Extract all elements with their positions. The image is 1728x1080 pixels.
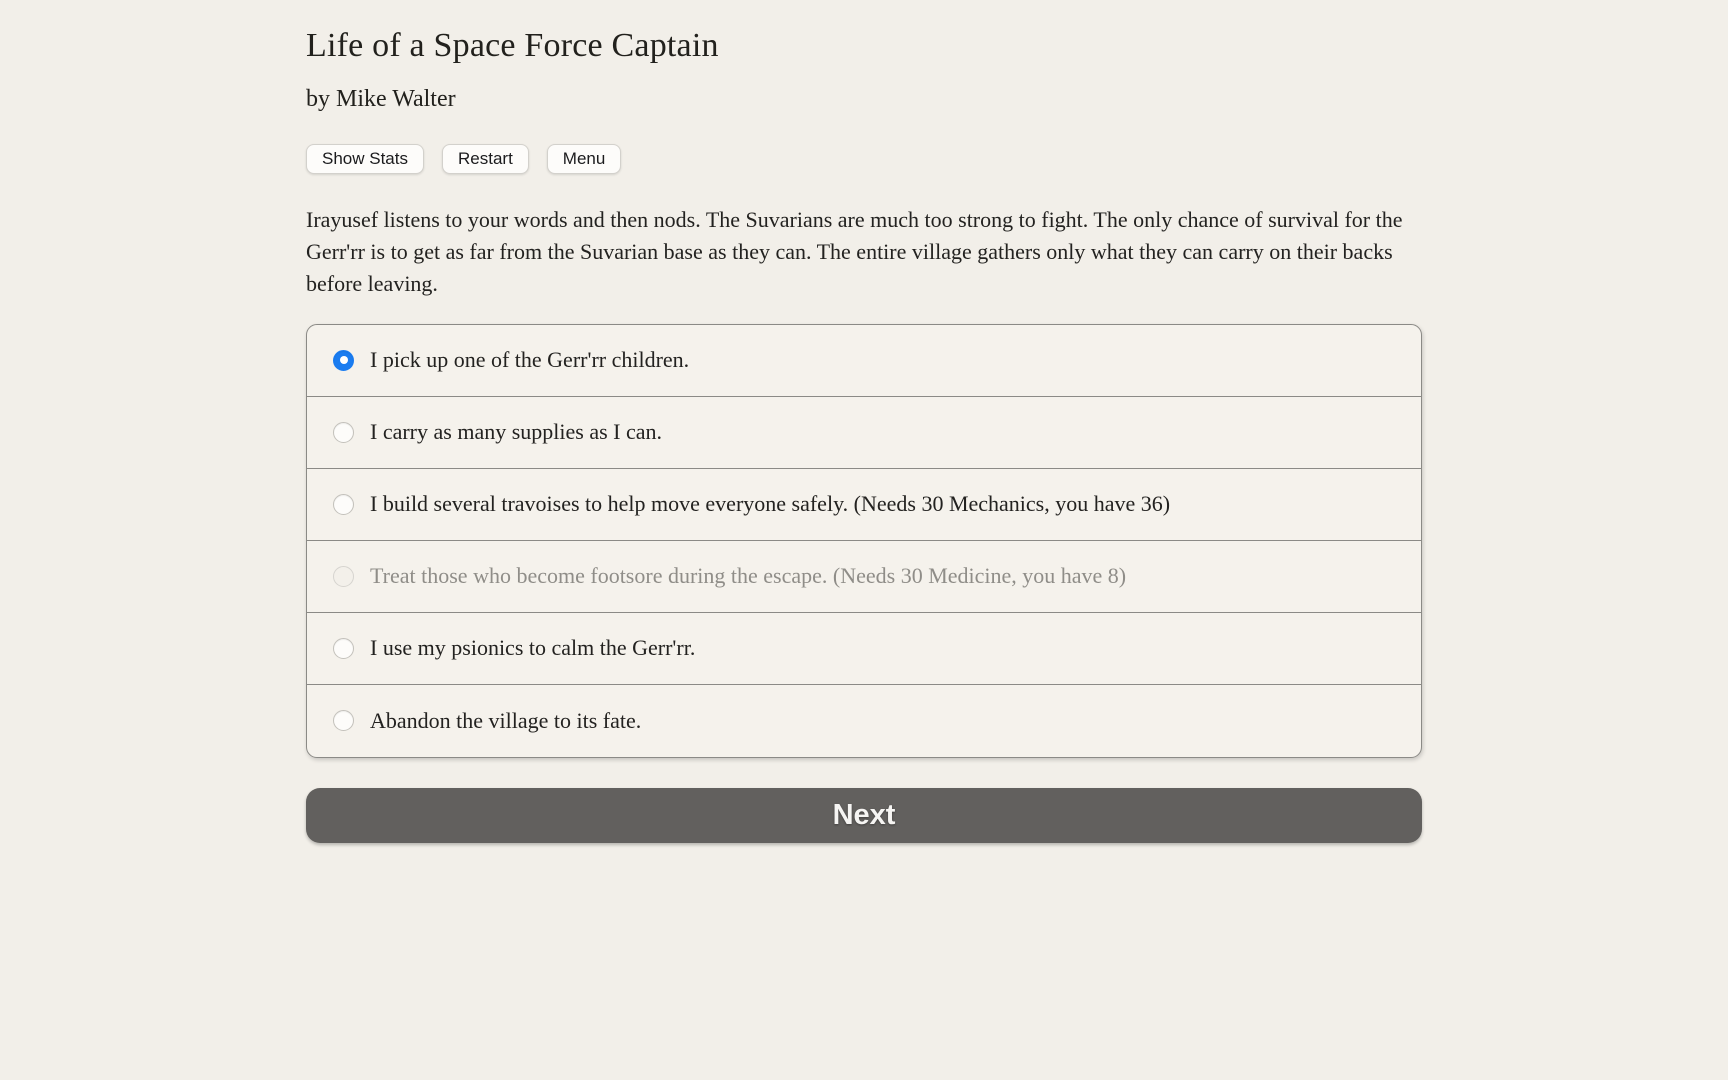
radio-button-icon[interactable]: [333, 638, 354, 659]
radio-button-icon[interactable]: [333, 350, 354, 371]
choice-label: Abandon the village to its fate.: [370, 706, 641, 736]
author-byline: by Mike Walter: [306, 85, 1422, 114]
radio-button-icon[interactable]: [333, 710, 354, 731]
choice-label: I carry as many supplies as I can.: [370, 417, 662, 447]
choice-row[interactable]: Abandon the village to its fate.: [307, 685, 1421, 757]
content-column: Life of a Space Force Captain by Mike Wa…: [306, 0, 1422, 843]
radio-button-icon[interactable]: [333, 494, 354, 515]
radio-button-icon: [333, 566, 354, 587]
choices-list: I pick up one of the Gerr'rr children. I…: [306, 324, 1422, 758]
choice-row[interactable]: I build several travoises to help move e…: [307, 469, 1421, 541]
choice-row[interactable]: I pick up one of the Gerr'rr children.: [307, 325, 1421, 397]
choice-label: I pick up one of the Gerr'rr children.: [370, 345, 689, 375]
toolbar: Show Stats Restart Menu: [306, 144, 1422, 174]
choice-row: Treat those who become footsore during t…: [307, 541, 1421, 613]
next-button[interactable]: Next: [306, 788, 1422, 843]
choice-row[interactable]: I use my psionics to calm the Gerr'rr.: [307, 613, 1421, 685]
restart-button[interactable]: Restart: [442, 144, 529, 174]
page-title: Life of a Space Force Captain: [306, 26, 1422, 67]
choice-row[interactable]: I carry as many supplies as I can.: [307, 397, 1421, 469]
choice-label: I use my psionics to calm the Gerr'rr.: [370, 633, 695, 663]
story-paragraph: Irayusef listens to your words and then …: [306, 204, 1422, 300]
menu-button[interactable]: Menu: [547, 144, 622, 174]
show-stats-button[interactable]: Show Stats: [306, 144, 424, 174]
choice-label: Treat those who become footsore during t…: [370, 561, 1126, 591]
choice-label: I build several travoises to help move e…: [370, 489, 1170, 519]
radio-button-icon[interactable]: [333, 422, 354, 443]
